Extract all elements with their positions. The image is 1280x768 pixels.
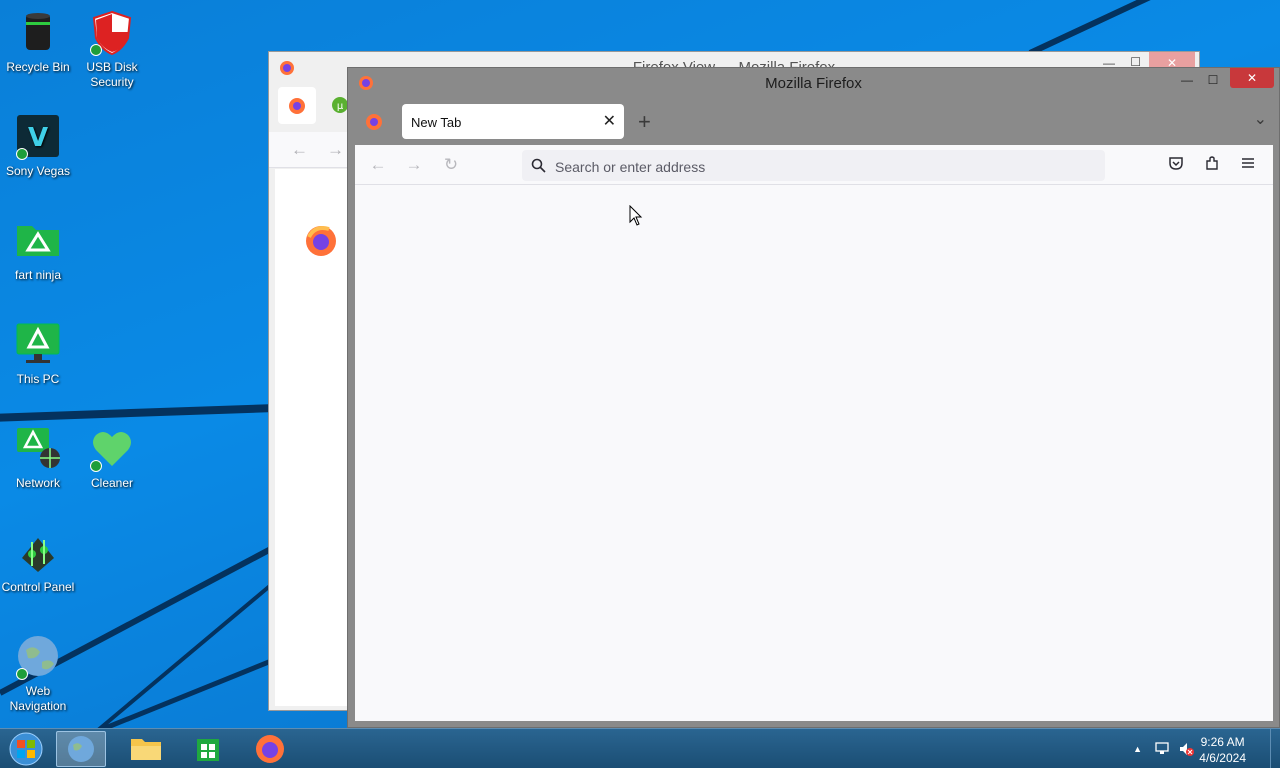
tab-label: New Tab [411,115,462,130]
address-bar[interactable]: Search or enter address [522,150,1105,181]
tab-firefox-view[interactable] [278,87,316,124]
recycle-bin-icon [14,8,62,56]
desktop-icon-cleaner[interactable]: Cleaner [74,424,150,491]
wallpaper-ray [1028,0,1280,56]
clock-time: 9:26 AM [1200,735,1245,749]
tab-strip: New Tab ✕ + ⌄ [356,104,1271,144]
network-icon [14,424,62,472]
forward-arrow-icon[interactable]: → [327,140,344,160]
firefox-window[interactable]: Mozilla Firefox — ☐ ✕ New Tab ✕ + ⌄ ← → … [347,67,1280,728]
desktop-icon-label: Recycle Bin [6,60,70,74]
shield-icon [88,8,136,56]
taskbar-web-navigation[interactable] [56,731,106,767]
system-clock[interactable]: 9:26 AM 4/6/2024 [1199,734,1246,766]
firefox-logo-icon [305,225,337,262]
desktop-icon-label: USB Disk Security [86,60,138,89]
forward-button[interactable]: → [404,155,424,175]
tab-new-tab[interactable]: New Tab ✕ [402,104,624,139]
sony-vegas-icon: V [14,112,62,160]
shortcut-badge-icon [16,148,28,160]
desktop-icon-usb-disk-security[interactable]: USB Disk Security [74,8,150,90]
show-desktop-button[interactable] [1270,729,1280,768]
desktop-icon-control-panel[interactable]: Control Panel [0,528,76,595]
list-all-tabs-button[interactable]: ⌄ [1254,109,1267,129]
desktop-icon-this-pc[interactable]: This PC [0,320,76,387]
menu-icon[interactable] [1238,155,1258,175]
control-panel-icon [14,528,62,576]
extensions-icon[interactable] [1202,155,1222,175]
firefox-view-button[interactable] [365,113,383,136]
firefox-view-icon [288,97,306,120]
back-arrow-icon[interactable]: ← [291,140,308,160]
browser-content: ← → ↻ Search or enter address [355,145,1273,721]
taskbar-store[interactable] [184,731,234,767]
globe-icon [14,632,62,680]
desktop-icon-label: This PC [16,372,60,386]
minimize-button[interactable]: — [1173,70,1201,90]
monitor-icon [14,320,62,368]
desktop-icon-sony-vegas[interactable]: V Sony Vegas [0,112,76,179]
desktop-icon-label: Control Panel [1,580,75,594]
show-hidden-icons-button[interactable]: ▲ [1133,744,1142,754]
shortcut-badge-icon [16,668,28,680]
svg-text:µ: µ [337,101,344,112]
taskbar: ▲ 9:26 AM 4/6/2024 [0,728,1280,768]
desktop-icon-label: Network [15,476,60,490]
shortcut-badge-icon [90,44,102,56]
back-navbar: ← → [269,132,349,168]
desktop-icon-label: Sony Vegas [5,164,71,178]
taskbar-firefox[interactable] [246,731,296,767]
search-icon [531,158,546,178]
mouse-cursor-icon [629,204,643,232]
desktop-icon-fart-ninja[interactable]: fart ninja [0,216,76,283]
navigation-toolbar: ← → ↻ Search or enter address [355,145,1273,185]
maximize-button[interactable]: ☐ [1199,70,1227,90]
desktop-icon-label: Cleaner [90,476,134,490]
desktop-icon-network[interactable]: Network [0,424,76,491]
close-tab-icon[interactable]: ✕ [603,111,616,131]
address-placeholder: Search or enter address [555,159,706,175]
network-tray-icon[interactable] [1154,741,1170,760]
window-title: Mozilla Firefox [765,75,862,92]
desktop-icon-label: Web Navigation [9,684,67,713]
new-tab-button[interactable]: + [638,109,651,135]
start-button[interactable] [2,731,52,767]
desktop-icon-recycle-bin[interactable]: Recycle Bin [0,8,76,75]
desktop-icon-web-navigation[interactable]: Web Navigation [0,632,76,714]
window-titlebar[interactable]: Mozilla Firefox — ☐ ✕ [348,68,1279,98]
reload-button[interactable]: ↻ [441,155,461,175]
volume-muted-icon[interactable] [1178,741,1194,760]
close-button[interactable]: ✕ [1230,68,1274,88]
clock-date: 4/6/2024 [1199,751,1246,765]
folder-icon [14,216,62,264]
pocket-icon[interactable] [1166,155,1186,175]
taskbar-file-explorer[interactable] [122,731,172,767]
heart-icon [88,424,136,472]
desktop-icon-label: fart ninja [14,268,62,282]
back-content [275,169,351,706]
shortcut-badge-icon [90,460,102,472]
svg-text:V: V [28,123,48,153]
back-button[interactable]: ← [368,155,388,175]
